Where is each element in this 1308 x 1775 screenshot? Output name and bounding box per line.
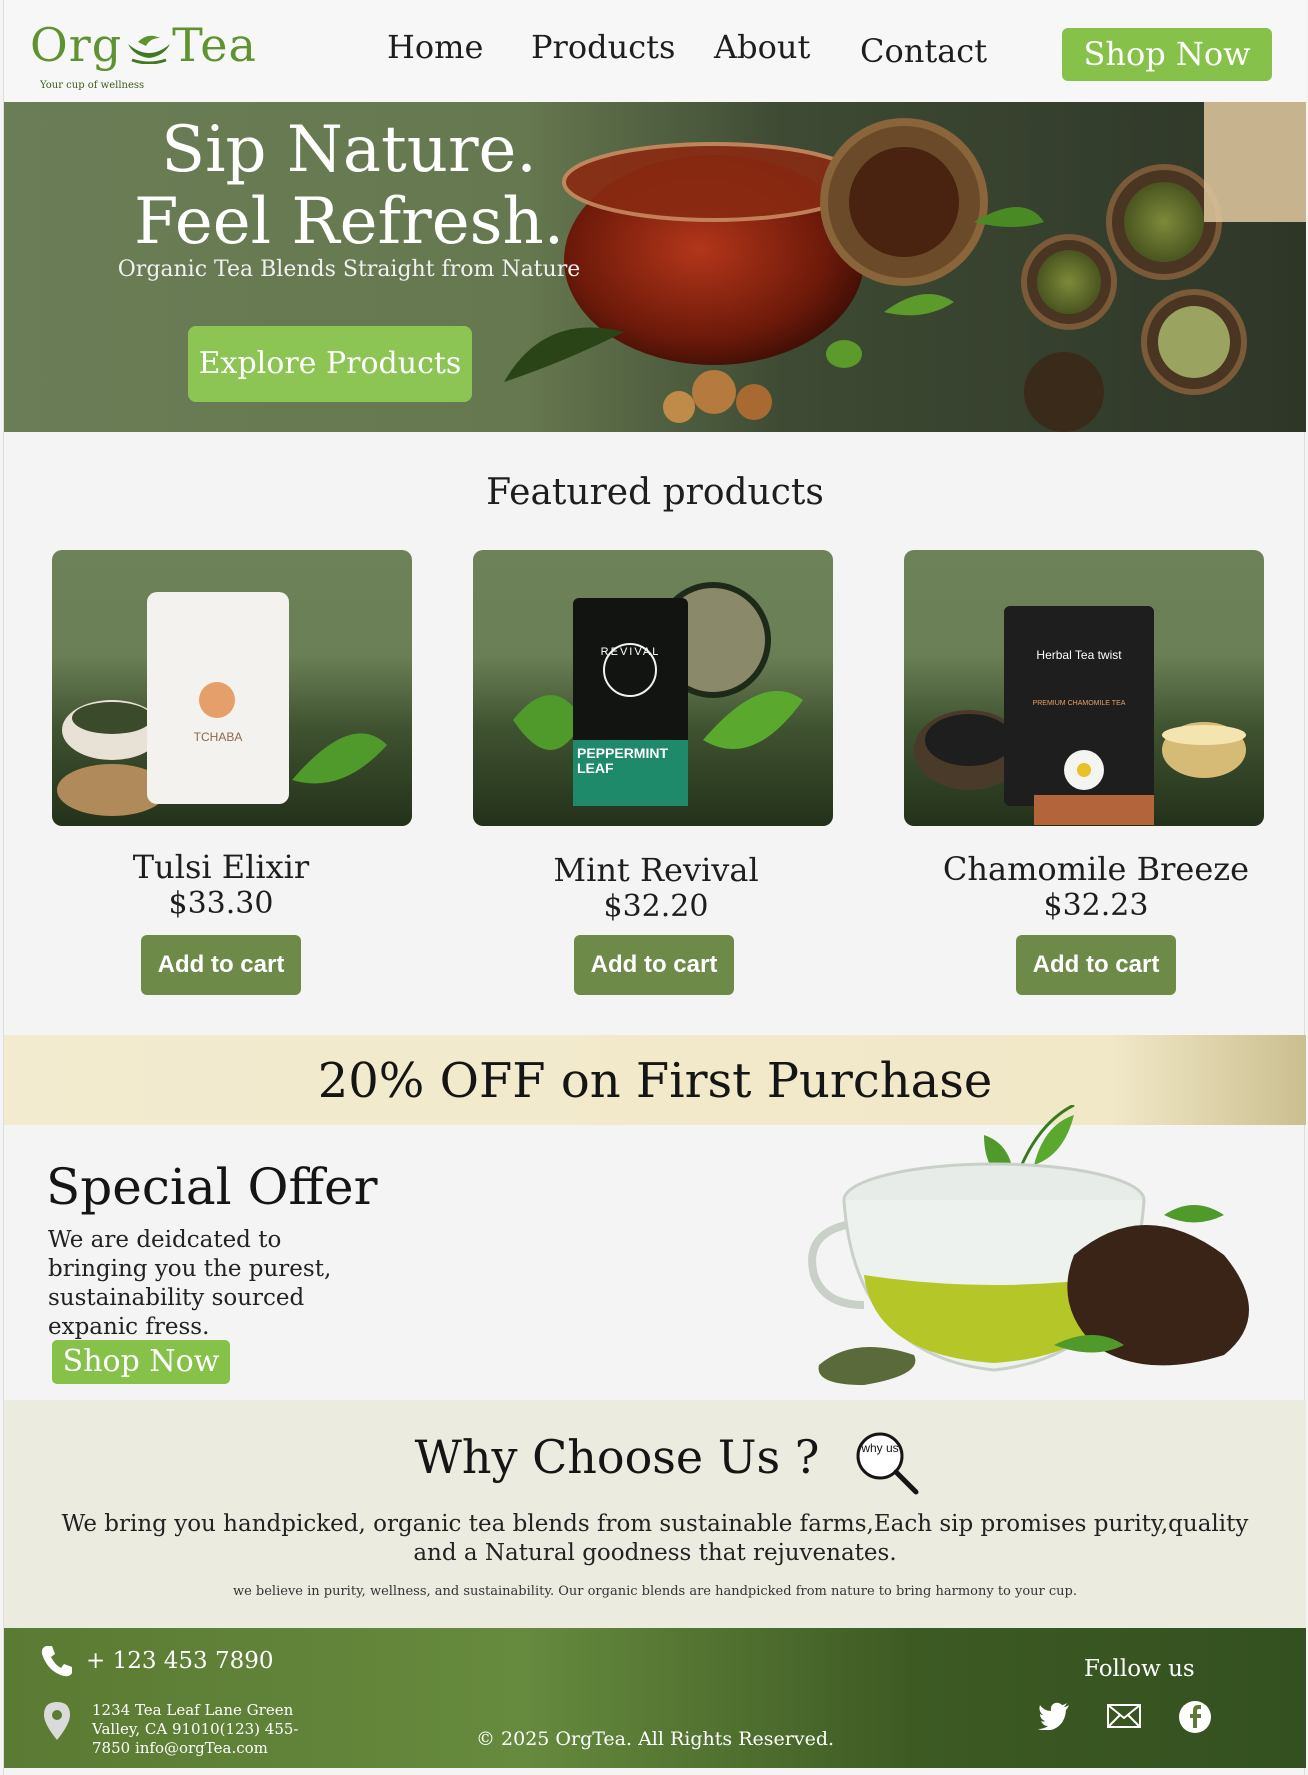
explore-products-button[interactable]: Explore Products xyxy=(188,326,472,402)
hero-subtitle: Organic Tea Blends Straight from Nature xyxy=(117,257,581,282)
special-offer-description: We are deidcated to bringing you the pur… xyxy=(48,1227,332,1340)
site-header: Org Tea Your cup of wellness Home Product… xyxy=(4,0,1306,102)
shop-now-button[interactable]: Shop Now xyxy=(1062,28,1272,81)
footer-copyright: © 2025 OrgTea. All Rights Reserved. xyxy=(475,1728,835,1750)
why-us-badge: why us xyxy=(861,1441,899,1455)
product-name: Chamomile Breeze xyxy=(942,850,1250,888)
featured-title: Featured products xyxy=(486,472,824,513)
product-name: Mint Revival xyxy=(553,851,759,889)
tea-cup-logo-icon xyxy=(128,35,170,64)
package-label: Herbal Tea twist xyxy=(1036,648,1122,662)
nav-about[interactable]: About xyxy=(714,28,810,66)
magnifier-why-us-icon xyxy=(856,1432,919,1495)
why-description: We bring you handpicked, organic tea ble… xyxy=(61,1511,1249,1566)
facebook-icon[interactable] xyxy=(1178,1700,1212,1734)
promo-text: 20% OFF on First Purchase xyxy=(317,1053,993,1109)
footer-phone[interactable]: + 123 453 7890 xyxy=(86,1648,274,1674)
chamomile-package-image xyxy=(914,606,1246,825)
nav-home[interactable]: Home xyxy=(387,28,483,66)
logo[interactable]: Org Tea Your cup of wellness xyxy=(30,18,270,98)
mail-icon[interactable] xyxy=(1107,1704,1141,1728)
why-title: Why Choose Us ? xyxy=(414,1430,820,1484)
shop-now-offer-button[interactable]: Shop Now xyxy=(52,1340,230,1384)
hero-headline-line2: Feel Refresh. xyxy=(133,185,565,259)
phone-icon xyxy=(41,1646,72,1677)
package-subtitle: PREMIUM CHAMOMILE TEA xyxy=(1032,700,1126,707)
why-note: we believe in purity, wellness, and sust… xyxy=(232,1584,1078,1599)
mint-package-image xyxy=(513,582,803,806)
add-to-cart-button[interactable]: Add to cart xyxy=(1016,935,1176,995)
hero-banner: Sip Nature. Feel Refresh. Organic Tea Bl… xyxy=(4,102,1306,432)
follow-us-label: Follow us xyxy=(1084,1656,1195,1682)
product-price: $33.30 xyxy=(168,886,274,921)
green-tea-cup-image xyxy=(808,1105,1249,1385)
add-to-cart-button[interactable]: Add to cart xyxy=(141,935,301,995)
page: Org Tea Your cup of wellness Home Product… xyxy=(3,0,1306,1775)
logo-tagline: Your cup of wellness xyxy=(40,80,145,91)
special-offer-title: Special Offer xyxy=(46,1158,378,1216)
hero-headline-line1: Sip Nature. xyxy=(161,113,537,187)
product-card-image[interactable]: TCHABA xyxy=(52,550,412,826)
package-brand: REVIVAL xyxy=(600,646,661,658)
why-choose-us-section: Why Choose Us ? why us We bring you hand… xyxy=(4,1400,1306,1628)
nav-contact[interactable]: Contact xyxy=(860,32,987,70)
package-label: PEPPERMINT LEAF xyxy=(577,745,669,776)
tulsi-package-image xyxy=(57,592,387,816)
product-price: $32.20 xyxy=(603,889,709,924)
product-card-image[interactable]: Herbal Tea twist PREMIUM CHAMOMILE TEA xyxy=(904,550,1264,826)
site-footer: + 123 453 7890 1234 Tea Leaf Lane Green … xyxy=(4,1628,1306,1768)
product-price: $32.23 xyxy=(1043,888,1149,923)
product-card-image[interactable]: REVIVAL PEPPERMINT LEAF xyxy=(473,550,833,826)
twitter-icon[interactable] xyxy=(1038,1702,1070,1730)
package-label: TCHABA xyxy=(193,730,243,744)
product-name: Tulsi Elixir xyxy=(132,848,310,886)
add-to-cart-button[interactable]: Add to cart xyxy=(574,935,734,995)
nav-products[interactable]: Products xyxy=(531,28,675,66)
